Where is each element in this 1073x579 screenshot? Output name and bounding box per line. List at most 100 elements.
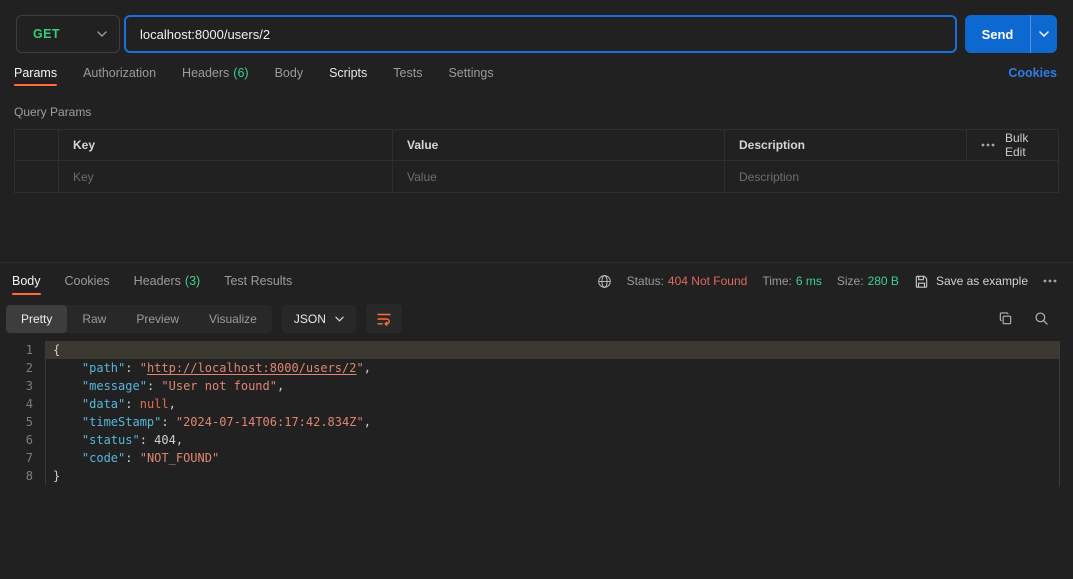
- chevron-down-icon: [97, 31, 107, 37]
- save-as-example-button[interactable]: Save as example: [914, 274, 1028, 289]
- tab-body[interactable]: Body: [275, 53, 304, 93]
- size-label: Size:: [837, 274, 864, 288]
- tab-count: (3): [185, 274, 200, 288]
- line-number: 8: [0, 467, 45, 485]
- tab-tests[interactable]: Tests: [393, 53, 422, 93]
- send-button[interactable]: Send: [965, 15, 1057, 53]
- view-preview[interactable]: Preview: [121, 305, 194, 333]
- code-content: "code": "NOT_FOUND": [45, 449, 1059, 467]
- time-label: Time:: [762, 274, 792, 288]
- view-mode-switch: Pretty Raw Preview Visualize: [6, 305, 272, 333]
- tab-label: Params: [14, 66, 57, 80]
- copy-icon[interactable]: [987, 304, 1023, 334]
- key-cell: [58, 161, 392, 192]
- format-label: JSON: [294, 312, 326, 326]
- view-raw[interactable]: Raw: [67, 305, 121, 333]
- size-metric: Size: 280 B: [837, 274, 899, 288]
- table-row: [15, 161, 1058, 192]
- method-label: GET: [33, 27, 60, 41]
- key-input[interactable]: [73, 170, 378, 184]
- send-options-caret[interactable]: [1030, 15, 1057, 53]
- wrap-text-icon: [376, 311, 392, 327]
- status-value: 404 Not Found: [668, 274, 747, 288]
- query-params-table: Key Value Description Bulk Edit: [14, 129, 1059, 193]
- globe-icon[interactable]: [597, 274, 612, 289]
- chevron-down-icon: [335, 316, 344, 322]
- response-tab-body[interactable]: Body: [12, 263, 41, 299]
- response-meta: Status: 404 Not Found Time: 6 ms Size: 2…: [597, 274, 1057, 289]
- tab-count: (6): [233, 66, 248, 80]
- description-cell: [724, 161, 966, 192]
- table-header-row: Key Value Description Bulk Edit: [15, 130, 1058, 161]
- row-checkbox-cell[interactable]: [15, 161, 58, 192]
- code-line: 3 "message": "User not found",: [0, 377, 1059, 395]
- wrap-text-button[interactable]: [366, 304, 402, 333]
- code-line: 2 "path": "http://localhost:8000/users/2…: [0, 359, 1059, 377]
- response-tab-test-results[interactable]: Test Results: [224, 263, 292, 299]
- response-tab-cookies[interactable]: Cookies: [65, 263, 110, 299]
- status-metric: Status: 404 Not Found: [627, 274, 748, 288]
- line-number: 5: [0, 413, 45, 431]
- line-number: 2: [0, 359, 45, 377]
- send-button-label[interactable]: Send: [965, 15, 1030, 53]
- format-select[interactable]: JSON: [282, 305, 356, 333]
- time-metric: Time: 6 ms: [762, 274, 822, 288]
- bulk-edit-button[interactable]: Bulk Edit: [1005, 131, 1042, 159]
- tab-authorization[interactable]: Authorization: [83, 53, 156, 93]
- code-content: "data": null,: [45, 395, 1059, 413]
- tab-label: Headers: [134, 274, 181, 288]
- description-input[interactable]: [739, 170, 952, 184]
- code-content: {: [45, 341, 1059, 359]
- tab-headers[interactable]: Headers (6): [182, 53, 249, 93]
- tab-label: Body: [12, 274, 41, 288]
- response-tab-headers[interactable]: Headers (3): [134, 263, 201, 299]
- tab-label: Tests: [393, 66, 422, 80]
- method-select[interactable]: GET: [16, 15, 120, 53]
- time-value: 6 ms: [796, 274, 822, 288]
- code-line: 6 "status": 404,: [0, 431, 1059, 449]
- url-input[interactable]: [124, 15, 957, 53]
- line-number: 3: [0, 377, 45, 395]
- search-icon[interactable]: [1023, 304, 1059, 334]
- code-content: "timeStamp": "2024-07-14T06:17:42.834Z",: [45, 413, 1059, 431]
- more-actions-icon[interactable]: [1043, 279, 1057, 283]
- status-label: Status:: [627, 274, 664, 288]
- line-number: 1: [0, 341, 45, 359]
- cookies-link[interactable]: Cookies: [1008, 66, 1057, 80]
- save-as-example-label: Save as example: [936, 274, 1028, 288]
- code-line: 7 "code": "NOT_FOUND": [0, 449, 1059, 467]
- view-visualize[interactable]: Visualize: [194, 305, 272, 333]
- line-number: 7: [0, 449, 45, 467]
- code-line: 8}: [0, 467, 1059, 485]
- query-params-title: Query Params: [0, 93, 1073, 129]
- column-label: Description: [739, 138, 805, 152]
- view-pretty[interactable]: Pretty: [6, 305, 67, 333]
- response-pane: Body Cookies Headers (3) Test Results St…: [0, 262, 1073, 487]
- value-column-header: Value: [392, 130, 724, 160]
- tab-label: Test Results: [224, 274, 292, 288]
- response-header: Body Cookies Headers (3) Test Results St…: [0, 263, 1073, 299]
- tab-settings[interactable]: Settings: [448, 53, 493, 93]
- value-cell: [392, 161, 724, 192]
- column-label: Value: [407, 138, 438, 152]
- code-line: 4 "data": null,: [0, 395, 1059, 413]
- tab-label: Body: [275, 66, 304, 80]
- tab-params[interactable]: Params: [14, 53, 57, 93]
- tab-label: Headers: [182, 66, 229, 80]
- value-input[interactable]: [407, 170, 710, 184]
- code-line: 1{: [0, 341, 1059, 359]
- tab-scripts[interactable]: Scripts: [329, 53, 367, 93]
- column-label: Key: [73, 138, 95, 152]
- save-icon: [914, 274, 929, 289]
- response-body-code[interactable]: 1{2 "path": "http://localhost:8000/users…: [0, 341, 1060, 487]
- more-actions-icon[interactable]: [981, 143, 995, 147]
- table-actions-cell: Bulk Edit: [966, 130, 1058, 160]
- code-content: "message": "User not found",: [45, 377, 1059, 395]
- response-view-toolbar: Pretty Raw Preview Visualize JSON: [0, 299, 1073, 338]
- size-value: 280 B: [868, 274, 899, 288]
- code-content: }: [45, 467, 1059, 485]
- line-number: 6: [0, 431, 45, 449]
- description-column-header: Description: [724, 130, 966, 160]
- tab-label: Authorization: [83, 66, 156, 80]
- request-tabs: Params Authorization Headers (6) Body Sc…: [0, 53, 1073, 93]
